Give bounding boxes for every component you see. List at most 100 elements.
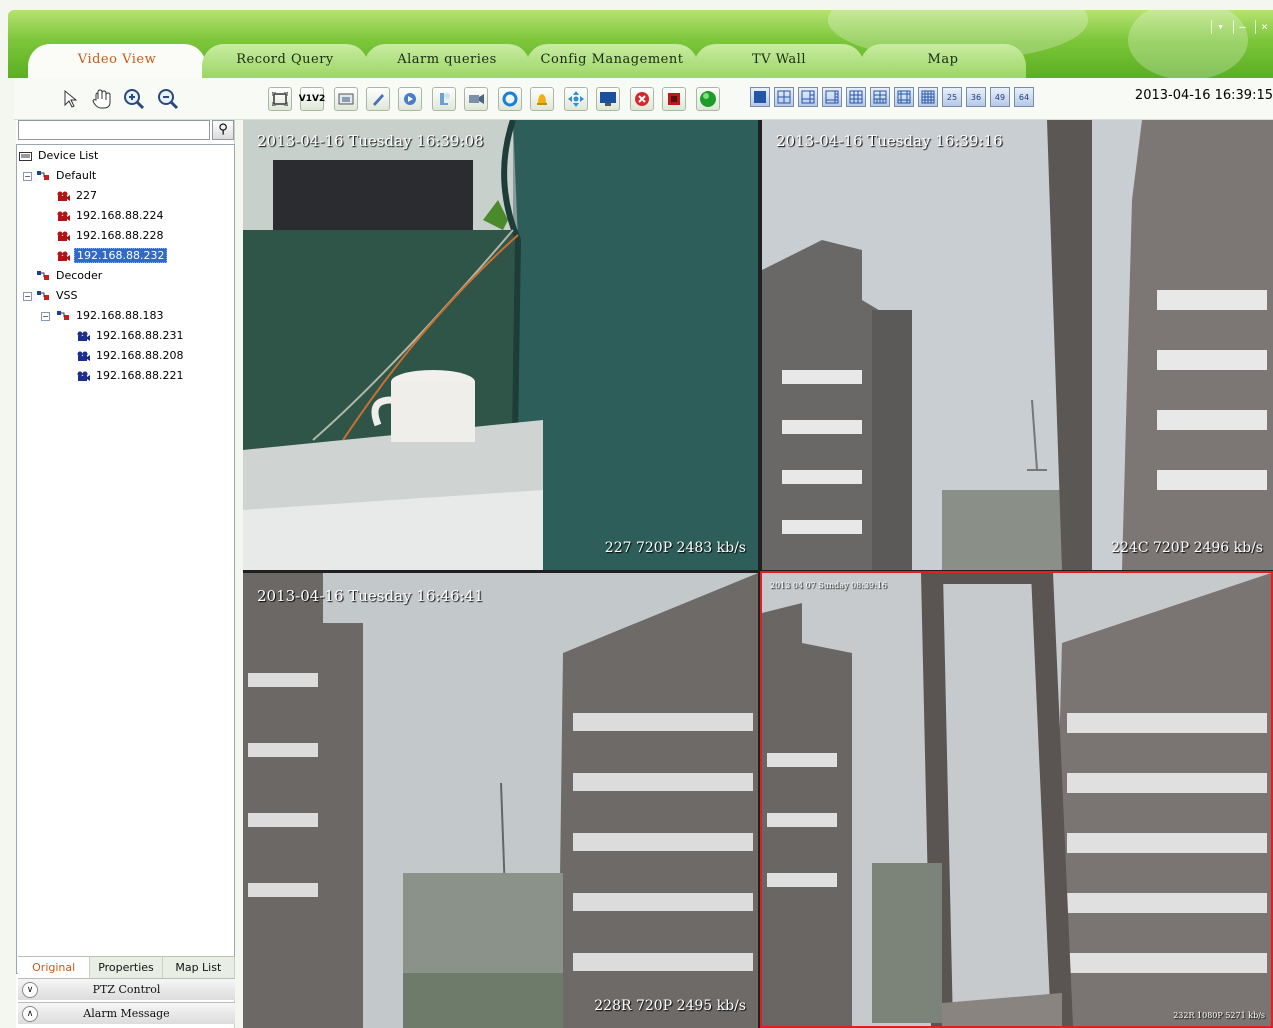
tree-group-default[interactable]: Default [37,167,98,185]
window-controls: ▾ – × [1211,20,1273,34]
stop-icon[interactable] [662,87,686,111]
layout-16-button[interactable] [918,87,938,107]
video-pane-2[interactable]: 2013-04-16 Tuesday 16:39:16 224C 720P 24… [762,120,1273,570]
close-stream-icon[interactable] [630,87,654,111]
layout-8-button[interactable] [822,87,842,107]
ptz-icon[interactable] [564,87,588,111]
pen-icon[interactable] [366,87,390,111]
tab-original[interactable]: Original [18,957,91,978]
alarm-bell-icon[interactable] [530,87,554,111]
tree-group-label: Decoder [56,269,103,282]
device-label: 192.168.88.208 [96,349,184,362]
expand-default-icon[interactable]: − [23,172,32,181]
snapshot-icon[interactable] [334,87,358,111]
group-icon [57,310,69,320]
device-search-input[interactable] [18,120,210,140]
layout-36-button[interactable]: 36 [966,87,986,107]
video-grid: 2013-04-16 Tuesday 16:39:08 227 720P 248… [243,120,1273,1028]
layout-25-button[interactable]: 25 [942,87,962,107]
device-list-icon [19,151,32,161]
video-3-timestamp: 2013-04-16 Tuesday 16:46:41 [257,587,484,605]
camera-icon [57,251,70,261]
expand-server-icon[interactable]: − [41,312,50,321]
tree-group-vss[interactable]: VSS [37,287,80,305]
pointer-icon[interactable] [58,87,82,111]
device-label: 227 [76,189,97,202]
layout-4-button[interactable] [774,87,794,107]
monitor-icon[interactable] [596,87,620,111]
tree-device-228[interactable]: 192.168.88.228 [57,227,165,245]
device-label: 192.168.88.224 [76,209,164,222]
toolbar: V1V2 25 36 49 64 2013-04-16 16:39:15 [14,78,1273,120]
device-label: 192.168.88.228 [76,229,164,242]
tree-device-232[interactable]: 192.168.88.232 [57,247,168,265]
audio-icon[interactable] [398,87,422,111]
tree-device-231[interactable]: 192.168.88.231 [77,327,185,345]
tree-device-227[interactable]: 227 [57,187,99,205]
camera-icon [77,331,90,341]
tree-server-183[interactable]: 192.168.88.183 [57,307,165,325]
layout-9-button[interactable] [846,87,866,107]
tree-group-label: Default [56,169,97,182]
chevron-down-icon[interactable]: ∨ [22,982,38,998]
video-1-timestamp: 2013-04-16 Tuesday 16:39:08 [257,132,484,150]
layout-6-button[interactable] [798,87,818,107]
refresh-icon[interactable] [498,87,522,111]
tree-root-label: Device List [38,149,99,162]
alarm-message-label: Alarm Message [83,1007,170,1020]
video-pane-3[interactable]: 2013-04-16 Tuesday 16:46:41 228R 720P 24… [243,573,758,1028]
camera-icon [57,191,70,201]
menu-dropdown-icon[interactable]: ▾ [1211,20,1229,34]
tab-properties[interactable]: Properties [90,957,163,978]
video-4-info: 232R 1080P 5271 kb/s [1173,1011,1265,1020]
chevron-up-icon[interactable]: ∧ [22,1006,38,1022]
zoom-in-icon[interactable] [122,87,146,111]
hand-icon[interactable] [90,87,114,111]
tree-root[interactable]: Device List [19,147,100,165]
video-2-info: 224C 720P 2496 kb/s [1111,540,1263,556]
ptz-control-header[interactable]: ∨ PTZ Control [18,978,235,1000]
camera-icon [57,211,70,221]
layout-1-button[interactable] [750,87,770,107]
video-pane-1[interactable]: 2013-04-16 Tuesday 16:39:08 227 720P 248… [243,120,758,570]
tab-video-view[interactable]: Video View [28,44,206,80]
expand-vss-icon[interactable]: − [23,292,32,301]
tab-tv-wall[interactable]: TV Wall [694,44,864,78]
tab-map-list[interactable]: Map List [162,957,235,978]
close-icon[interactable]: × [1255,20,1273,34]
video-feed-1 [243,120,758,570]
clock-display: 2013-04-16 16:39:15 [1134,88,1273,103]
fullscreen-icon[interactable] [268,87,292,111]
main-tabs: Video View Record Query Alarm queries Co… [20,44,1270,80]
talk-icon[interactable] [432,87,456,111]
camera-icon [77,351,90,361]
layout-13-button[interactable] [894,87,914,107]
layout-10-button[interactable] [870,87,890,107]
ptz-control-label: PTZ Control [92,983,161,996]
tab-map[interactable]: Map [860,44,1026,78]
tree-device-208[interactable]: 192.168.88.208 [77,347,185,365]
video-1-info: 227 720P 2483 kb/s [604,540,746,556]
zoom-out-icon[interactable] [156,87,180,111]
tree-device-224[interactable]: 192.168.88.224 [57,207,165,225]
video-feed-2 [762,120,1273,570]
alarm-message-header[interactable]: ∧ Alarm Message [18,1002,235,1024]
layout-64-button[interactable]: 64 [1014,87,1034,107]
tab-record-query[interactable]: Record Query [202,44,368,78]
tab-config-management[interactable]: Config Management [526,44,698,78]
minimize-icon[interactable]: – [1233,20,1251,34]
tab-alarm-queries[interactable]: Alarm queries [364,44,530,78]
group-icon [37,170,49,180]
status-icon[interactable] [696,87,720,111]
camera-icon [77,371,90,381]
video-feed-3 [243,573,758,1028]
search-icon[interactable]: ⚲ [212,120,234,140]
device-label: 192.168.88.231 [96,329,184,342]
tree-group-decoder[interactable]: Decoder [37,267,104,285]
v1v2-icon[interactable]: V1V2 [299,87,325,111]
video-pane-4[interactable]: 2013 04 07 Sunday 08:39:16 232R 1080P 52… [760,571,1273,1028]
record-icon[interactable] [464,87,488,111]
tree-device-221[interactable]: 192.168.88.221 [77,367,185,385]
layout-49-button[interactable]: 49 [990,87,1010,107]
camera-icon [57,231,70,241]
